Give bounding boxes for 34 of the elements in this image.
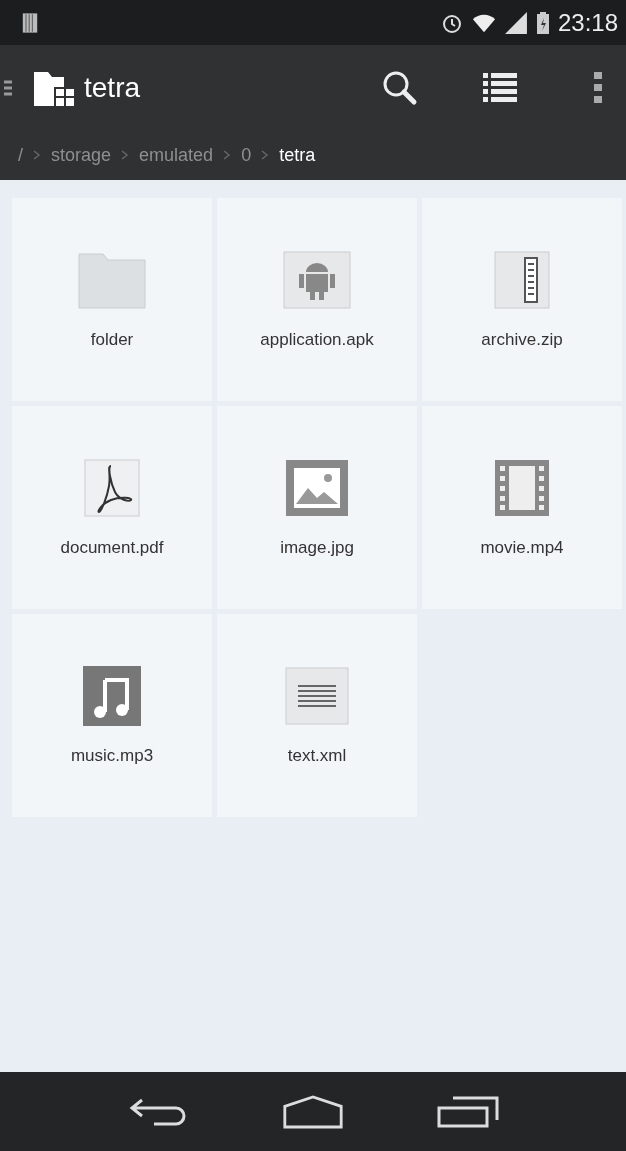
cell-signal-icon — [503, 10, 528, 35]
chevron-icon — [33, 150, 41, 160]
breadcrumb-item[interactable]: storage — [51, 144, 112, 166]
file-tile[interactable]: application.apk — [217, 198, 417, 401]
file-name: archive.zip — [481, 329, 563, 350]
file-tile[interactable]: music.mp3 — [12, 614, 212, 817]
clock-time: 23:18 — [557, 8, 618, 37]
chevron-icon — [261, 150, 270, 160]
file-name: image.jpg — [280, 537, 354, 558]
file-name: document.pdf — [60, 537, 164, 558]
file-tile[interactable]: image.jpg — [217, 406, 417, 609]
chevron-icon — [121, 150, 130, 160]
file-name: folder — [90, 329, 134, 350]
file-tile[interactable]: text.xml — [217, 614, 417, 817]
file-name: text.xml — [287, 745, 347, 766]
battery-icon — [535, 10, 550, 35]
home-icon[interactable] — [282, 1093, 344, 1130]
breadcrumb-item[interactable]: tetra — [279, 144, 316, 166]
file-tile[interactable]: movie.mp4 — [422, 406, 622, 609]
file-tile[interactable]: folder — [12, 198, 212, 401]
file-tile[interactable]: archive.zip — [422, 198, 622, 401]
breadcrumb-item[interactable]: emulated — [139, 144, 214, 166]
chevron-icon — [223, 150, 232, 160]
breadcrumb-item[interactable]: / — [18, 144, 23, 166]
app-title: tetra — [84, 71, 141, 104]
file-name: movie.mp4 — [480, 537, 564, 558]
notification-icon — [22, 11, 38, 34]
overflow-menu-icon[interactable] — [594, 69, 602, 106]
text-lines-icon — [282, 665, 352, 726]
file-name: music.mp3 — [70, 745, 154, 766]
breadcrumb-item[interactable]: 0 — [241, 144, 252, 166]
file-name: application.apk — [260, 329, 374, 350]
android-robot-icon — [282, 249, 352, 310]
file-tile[interactable]: document.pdf — [12, 406, 212, 609]
